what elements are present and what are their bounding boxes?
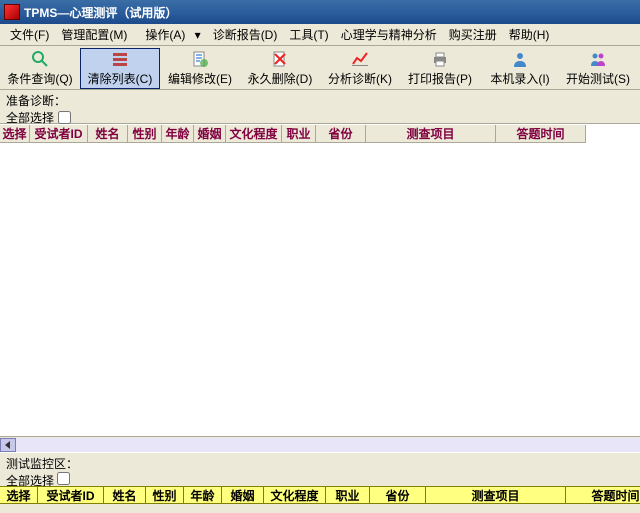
prepare-area: 准备诊断： 全部选择 (0, 90, 640, 124)
tool-print-button[interactable]: 打印报告(P) (400, 48, 480, 89)
users-icon (589, 50, 607, 68)
tool-clear-label: 清除列表(C) (88, 70, 153, 87)
horizontal-scrollbar[interactable] (0, 436, 640, 452)
monitor-select-all-checkbox[interactable] (57, 472, 70, 485)
user-icon (511, 50, 529, 68)
tool-analyze-label: 分析诊断(K) (328, 70, 392, 87)
tool-local-label: 本机录入(I) (490, 70, 549, 87)
edit-icon (191, 50, 209, 68)
clear-list-icon (111, 50, 129, 68)
menu-diagnose[interactable]: 诊断报告(D) (207, 24, 284, 45)
mcol-age[interactable]: 年龄 (184, 487, 222, 504)
analyze-icon (351, 50, 369, 68)
mcol-answer-time[interactable]: 答题时间 (566, 487, 640, 504)
tool-delete-label: 永久删除(D) (248, 70, 313, 87)
col-job[interactable]: 职业 (282, 125, 316, 143)
toolbar: 条件查询(Q) 清除列表(C) 编辑修改(E) 永久删除(D) 分析诊断(K) … (0, 46, 640, 90)
tool-edit-button[interactable]: 编辑修改(E) (160, 48, 240, 89)
mcol-gender[interactable]: 性别 (146, 487, 184, 504)
col-id[interactable]: 受试者ID (30, 125, 88, 143)
menu-buy[interactable]: 购买注册 (443, 24, 503, 45)
monitor-label: 测试监控区： (6, 457, 78, 471)
search-icon (31, 50, 49, 68)
col-select[interactable]: 选择 (0, 125, 30, 143)
menu-tools[interactable]: 工具(T) (283, 24, 334, 45)
tool-local-button[interactable]: 本机录入(I) (480, 48, 560, 89)
mcol-id[interactable]: 受试者ID (38, 487, 104, 504)
tool-edit-label: 编辑修改(E) (168, 70, 232, 87)
monitor-area: 测试监控区： 全部选择 (0, 452, 640, 486)
mcol-province[interactable]: 省份 (370, 487, 426, 504)
select-all-checkbox[interactable] (58, 111, 71, 124)
col-project[interactable]: 测查项目 (366, 125, 496, 143)
window-title: TPMS—心理测评（试用版） (24, 4, 177, 21)
tool-query-button[interactable]: 条件查询(Q) (0, 48, 80, 89)
mcol-marriage[interactable]: 婚姻 (222, 487, 264, 504)
col-name[interactable]: 姓名 (88, 125, 128, 143)
tool-query-label: 条件查询(Q) (7, 70, 72, 87)
tool-analyze-button[interactable]: 分析诊断(K) (320, 48, 400, 89)
main-grid-body (0, 143, 640, 417)
mcol-edu[interactable]: 文化程度 (264, 487, 326, 504)
tool-print-label: 打印报告(P) (408, 70, 472, 87)
col-marriage[interactable]: 婚姻 (194, 125, 226, 143)
col-edu[interactable]: 文化程度 (226, 125, 282, 143)
menu-operate[interactable]: 操作(A) ▾ (133, 24, 206, 45)
window-titlebar: TPMS—心理测评（试用版） (0, 0, 640, 24)
scroll-track[interactable] (16, 438, 640, 452)
menu-config[interactable]: 管理配置(M) (55, 24, 133, 45)
menu-psych[interactable]: 心理学与精神分析 (335, 24, 443, 45)
mcol-project[interactable]: 测查项目 (426, 487, 566, 504)
tool-start-label: 开始测试(S) (566, 70, 630, 87)
col-gender[interactable]: 性别 (128, 125, 162, 143)
print-icon (431, 50, 449, 68)
col-age[interactable]: 年龄 (162, 125, 194, 143)
mcol-job[interactable]: 职业 (326, 487, 370, 504)
app-icon (4, 4, 20, 20)
prepare-label: 准备诊断： (6, 92, 66, 109)
tool-clear-button[interactable]: 清除列表(C) (80, 48, 160, 89)
mcol-name[interactable]: 姓名 (104, 487, 146, 504)
main-grid-header: 选择 受试者ID 姓名 性别 年龄 婚姻 文化程度 职业 省份 测查项目 答题时… (0, 125, 640, 143)
tool-start-button[interactable]: 开始测试(S) (560, 48, 636, 89)
menubar: 文件(F) 管理配置(M) 操作(A) ▾ 诊断报告(D) 工具(T) 心理学与… (0, 24, 640, 46)
scroll-left-button[interactable] (0, 438, 16, 452)
mcol-select[interactable]: 选择 (0, 487, 38, 504)
col-answer-time[interactable]: 答题时间 (496, 125, 586, 143)
delete-icon (271, 50, 289, 68)
tool-delete-button[interactable]: 永久删除(D) (240, 48, 320, 89)
menu-file[interactable]: 文件(F) (4, 24, 55, 45)
monitor-grid-header: 选择 受试者ID 姓名 性别 年龄 婚姻 文化程度 职业 省份 测查项目 答题时… (0, 486, 640, 504)
col-province[interactable]: 省份 (316, 125, 366, 143)
main-grid: 选择 受试者ID 姓名 性别 年龄 婚姻 文化程度 职业 省份 测查项目 答题时… (0, 124, 640, 436)
menu-help[interactable]: 帮助(H) (503, 24, 556, 45)
